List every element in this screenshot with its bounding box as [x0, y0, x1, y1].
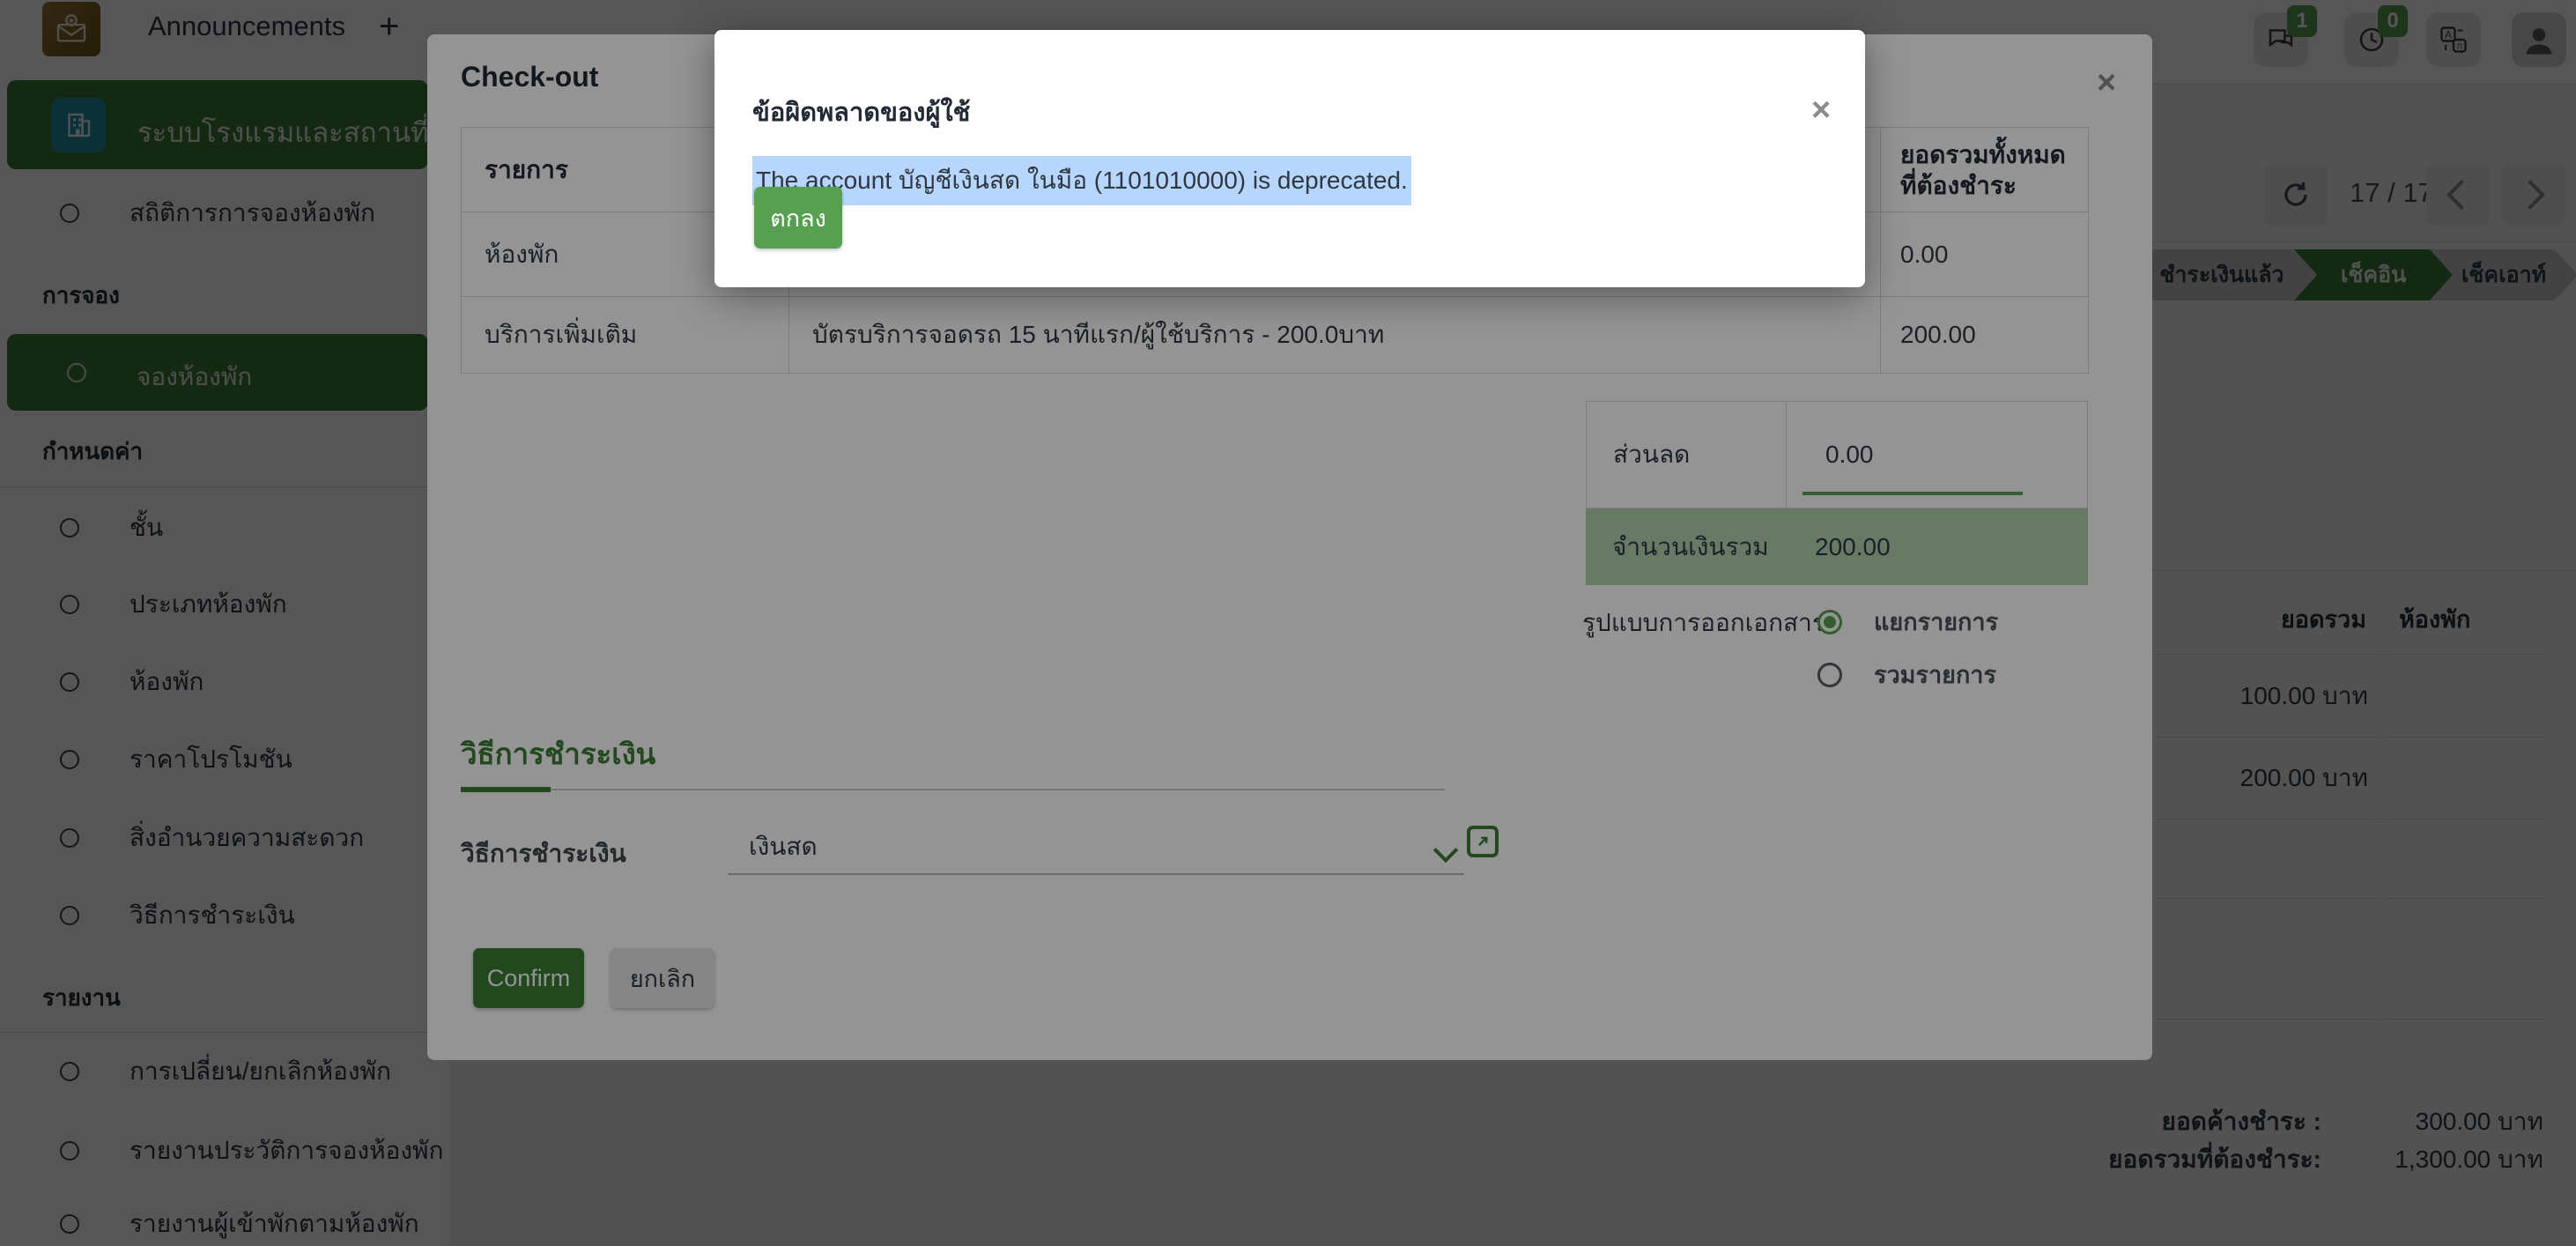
screen: Announcements + ระบบโรงแรมและสถานที่— สถ…	[0, 0, 2576, 1246]
error-message-selected: The account บัญชีเงินสด ในมือ (110101000…	[752, 156, 1411, 205]
close-icon[interactable]: ×	[1811, 93, 1831, 127]
error-dialog: ข้อผิดพลาดของผู้ใช้ × The account บัญชีเ…	[714, 30, 1865, 287]
ok-button[interactable]: ตกลง	[754, 187, 842, 248]
dialog-title: ข้อผิดพลาดของผู้ใช้	[752, 92, 970, 132]
